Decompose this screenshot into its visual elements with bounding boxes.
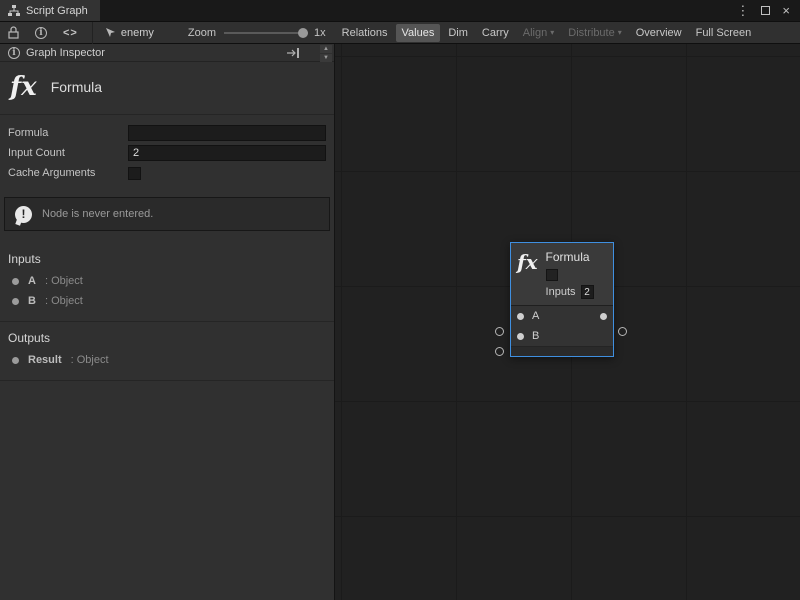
kebab-menu-icon[interactable]: ⋮: [736, 4, 749, 17]
formula-input[interactable]: [128, 125, 326, 141]
maximize-icon[interactable]: [761, 6, 770, 15]
zoom-value: 1x: [314, 27, 326, 39]
input-count-field-row: Input Count: [8, 143, 326, 163]
output-port-result-icon[interactable]: [600, 313, 607, 320]
warning-icon: !: [15, 206, 32, 223]
align-label: Align: [523, 27, 547, 39]
cache-arguments-checkbox[interactable]: [128, 167, 141, 180]
output-type: : Object: [71, 354, 109, 366]
outputs-section: Outputs Result : Object: [0, 322, 334, 381]
chevron-down-icon: ▾: [618, 28, 622, 37]
external-port-ring-a[interactable]: [495, 327, 504, 336]
unity-script-graph-window: Script Graph ⋮ × i <> enemy Zoom: [0, 0, 800, 600]
formula-node-header[interactable]: fx Formula Inputs 2: [511, 243, 613, 305]
zoom-label: Zoom: [188, 27, 216, 39]
formula-node-ports: A B: [511, 305, 613, 346]
formula-node-footer: [511, 346, 613, 356]
inputs-section-title: Inputs: [0, 247, 334, 271]
editor-content: i Graph Inspector ▲ ▼ fx Formula Formula: [0, 44, 800, 600]
formula-node-header-fields: Formula Inputs 2: [546, 250, 594, 299]
port-label-b: B: [532, 330, 539, 342]
toolbar-left-icons: i <>: [0, 26, 78, 39]
input-port-a-icon[interactable]: [517, 313, 524, 320]
input-name: A: [28, 275, 36, 287]
zoom-slider[interactable]: [224, 27, 308, 39]
align-dropdown[interactable]: Align ▾: [517, 24, 560, 42]
warning-text: Node is never entered.: [42, 208, 153, 220]
output-name: Result: [28, 354, 62, 366]
carry-button[interactable]: Carry: [476, 24, 515, 42]
inputs-section: Inputs A : Object B : Object: [0, 243, 334, 322]
zoom-slider-handle[interactable]: [298, 28, 308, 38]
chevron-down-icon: ▾: [550, 28, 554, 37]
graph-toolbar: i <> enemy Zoom 1x Relations Values Dim …: [0, 22, 800, 44]
info-icon[interactable]: i: [35, 27, 47, 39]
input-port-b-icon[interactable]: [517, 333, 524, 340]
node-title: Formula: [546, 250, 594, 264]
input-row-a: A : Object: [0, 271, 334, 291]
inspector-header-title: Graph Inspector: [26, 47, 105, 59]
port-row-b: B: [511, 326, 613, 346]
cache-arguments-field-row: Cache Arguments: [8, 163, 326, 183]
graph-inspector-panel: i Graph Inspector ▲ ▼ fx Formula Formula: [0, 44, 335, 600]
external-port-ring-result[interactable]: [618, 327, 627, 336]
output-row-result: Result : Object: [0, 350, 334, 370]
input-count-field-label: Input Count: [8, 147, 128, 159]
input-row-b: B : Object: [0, 291, 334, 311]
outputs-section-title: Outputs: [0, 326, 334, 350]
close-icon[interactable]: ×: [782, 4, 790, 17]
port-label-a: A: [532, 310, 539, 322]
input-type: : Object: [45, 295, 83, 307]
formula-node[interactable]: fx Formula Inputs 2 A: [510, 242, 614, 357]
graph-pointer-icon: [105, 27, 116, 38]
port-row-a: A: [511, 306, 613, 326]
tab-script-graph[interactable]: Script Graph: [0, 0, 100, 21]
distribute-label: Distribute: [568, 27, 614, 39]
unit-title-block: fx Formula: [0, 62, 334, 115]
formula-field-row: Formula: [8, 123, 326, 143]
port-dot-icon: [12, 298, 19, 305]
input-name: B: [28, 295, 36, 307]
toolbar-separator: [92, 22, 93, 44]
scroll-down-icon[interactable]: ▼: [320, 54, 332, 62]
distribute-dropdown[interactable]: Distribute ▾: [562, 24, 627, 42]
code-icon[interactable]: <>: [63, 27, 78, 39]
graph-icon: [8, 5, 20, 17]
overview-button[interactable]: Overview: [630, 24, 688, 42]
tab-label: Script Graph: [26, 5, 88, 17]
panel-scrollbar-arrows: ▲ ▼: [320, 45, 332, 62]
values-button[interactable]: Values: [396, 24, 441, 42]
unit-title-text: Formula: [51, 79, 102, 95]
input-type: : Object: [45, 275, 83, 287]
lock-icon[interactable]: [8, 26, 19, 39]
node-formula-checkbox[interactable]: [546, 269, 558, 281]
window-titlebar: Script Graph ⋮ ×: [0, 0, 800, 22]
fx-icon: fx: [10, 74, 37, 100]
scroll-up-icon[interactable]: ▲: [320, 45, 332, 53]
window-controls: ⋮ ×: [736, 0, 800, 21]
dim-button[interactable]: Dim: [442, 24, 474, 42]
toolbar-buttons: Relations Values Dim Carry Align ▾ Distr…: [336, 24, 758, 42]
dock-panel-icon[interactable]: [287, 48, 300, 58]
graph-reference[interactable]: enemy: [105, 27, 154, 39]
port-dot-icon: [12, 357, 19, 364]
info-icon: i: [8, 47, 20, 59]
cache-arguments-field-label: Cache Arguments: [8, 167, 128, 179]
formula-field-label: Formula: [8, 127, 128, 139]
graph-name-label: enemy: [121, 27, 154, 39]
graph-canvas[interactable]: fx Formula Inputs 2 A: [335, 44, 800, 600]
node-inputs-row: Inputs 2: [546, 285, 594, 299]
warning-box: ! Node is never entered.: [4, 197, 330, 231]
unit-fields: Formula Input Count Cache Arguments: [0, 115, 334, 187]
node-inputs-label: Inputs: [546, 286, 576, 298]
node-inputs-count-field[interactable]: 2: [581, 285, 594, 299]
zoom-slider-track: [224, 32, 308, 34]
input-count-input[interactable]: [128, 145, 326, 161]
full-screen-button[interactable]: Full Screen: [690, 24, 758, 42]
port-dot-icon: [12, 278, 19, 285]
graph-inspector-header: i Graph Inspector ▲ ▼: [0, 44, 334, 62]
fx-icon: fx: [517, 250, 538, 299]
external-port-ring-b[interactable]: [495, 347, 504, 356]
relations-button[interactable]: Relations: [336, 24, 394, 42]
